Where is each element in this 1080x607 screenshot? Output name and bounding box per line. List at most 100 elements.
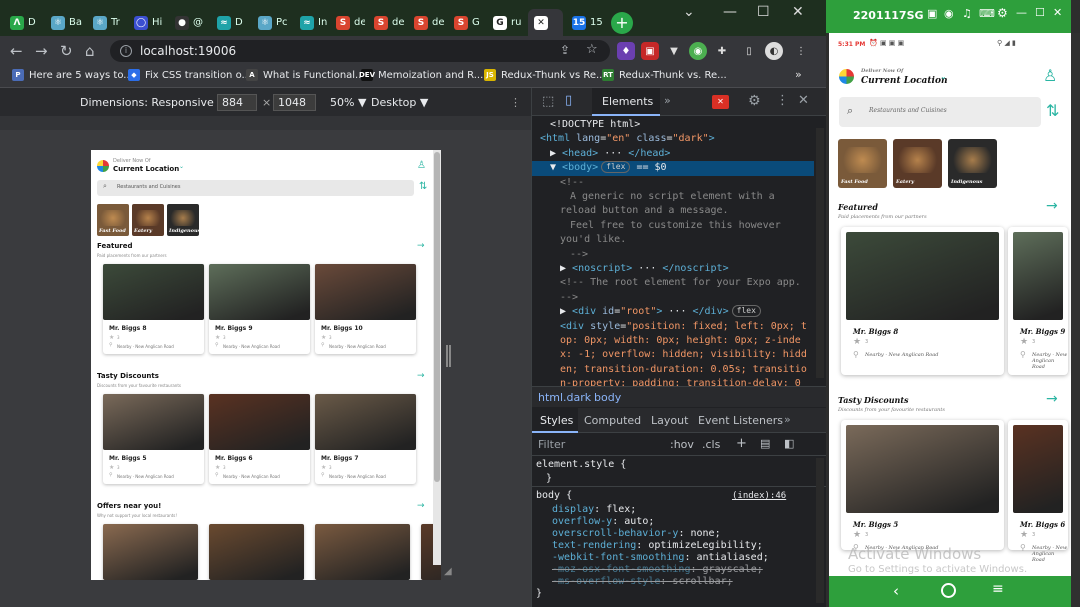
bookmark-item[interactable]: ◆ Fix CSS transition o... [128, 69, 251, 81]
more-tabs-icon[interactable]: » [664, 94, 671, 107]
bookmark-item[interactable]: JS Redux-Thunk vs Re... [484, 69, 606, 81]
bookmark-star-icon[interactable]: ☆ [586, 42, 598, 57]
dom-node-line[interactable]: <!-- [532, 176, 814, 190]
reload-icon[interactable]: ↻ [60, 42, 73, 60]
extension-icon[interactable]: ▼ [665, 42, 683, 60]
settings-gear-icon[interactable]: ⚙ [748, 93, 761, 109]
rendering-emulation-icon[interactable]: ▤ [760, 437, 770, 450]
restaurant-card[interactable]: Mr. Biggs 5 ★ 3 ⚲ Nearby · New Anglican Road [841, 420, 1004, 552]
forward-icon[interactable]: → [35, 42, 48, 60]
extensions-puzzle-icon[interactable]: ✚ [713, 42, 731, 60]
flex-badge[interactable]: flex [731, 305, 761, 318]
dom-node-line[interactable]: op: 0px; width: 0px; height: 0px; z-inde [532, 334, 814, 348]
device-mode-dropdown[interactable]: Desktop ▼ [371, 96, 428, 109]
restaurant-card[interactable]: Mr. Biggs 7 ★ 3 ⚲ Nearby · New Anglican Road [315, 394, 416, 484]
zoom-dropdown[interactable]: 50% ▼ [330, 96, 366, 109]
search-bar[interactable]: ⌕ Restaurants and Cuisines [839, 97, 1041, 127]
filter-icon[interactable]: ⇅ [1046, 101, 1059, 120]
dom-node-line[interactable]: <html lang="en" class="dark"> [532, 132, 814, 146]
category-tile[interactable]: Fast Food [838, 139, 887, 188]
chevron-down-icon[interactable]: ⌄ [940, 72, 947, 81]
toggle-sidebar-icon[interactable]: ◧ [784, 437, 794, 450]
close-icon[interactable]: ✕ [1053, 6, 1062, 19]
maximize-icon[interactable]: ☐ [757, 4, 770, 20]
android-back-icon[interactable]: ‹ [893, 582, 899, 600]
menu-kebab-icon[interactable]: ⋮ [792, 42, 810, 60]
browser-tab[interactable]: ● @ [169, 9, 207, 36]
dom-node-line[interactable]: <!-- The root element for your Expo app. [532, 276, 814, 290]
maximize-icon[interactable]: ☐ [1035, 6, 1045, 19]
tab-elements[interactable]: Elements [592, 88, 660, 116]
category-tile[interactable]: Indigenous [948, 139, 997, 188]
browser-tab[interactable]: Gru [487, 9, 525, 36]
dom-node-line[interactable]: en; transition-duration: 0.05s; transiti… [532, 363, 814, 377]
browser-tab[interactable]: 15 15 [566, 9, 606, 36]
record-icon[interactable]: ◉ [944, 7, 954, 20]
inspect-icon[interactable]: ⬚ [542, 94, 554, 109]
chevron-down-icon[interactable]: ⌄ [179, 163, 184, 170]
tab-computed[interactable]: Computed [584, 414, 641, 427]
bookmark-item[interactable]: DEV Memoization and R... [359, 69, 483, 81]
settings-gear-icon[interactable]: ⚙ [997, 6, 1008, 20]
minimize-icon[interactable]: — [723, 4, 737, 20]
restaurant-card[interactable]: Mr. Biggs 6 ★ 3 ⚲ Nearby · New Anglican Road [1008, 420, 1068, 563]
rule-source-link[interactable]: (index):46 [732, 489, 812, 503]
restaurant-card[interactable]: Mr. Biggs 6 ★ 3 ⚲ Nearby · New Anglican Road [209, 394, 310, 484]
extension-icon[interactable]: ◉ [689, 42, 707, 60]
device-toggle-icon[interactable]: ▯ [565, 93, 572, 108]
tab-layout[interactable]: Layout [651, 414, 688, 427]
category-tile[interactable]: Fast Food [97, 204, 129, 236]
restaurant-card[interactable]: Mr. Biggs 9 ★ 3 ⚲ Nearby · New Anglican Road [1008, 227, 1068, 375]
page-scrollbar-thumb[interactable] [434, 152, 440, 482]
see-all-arrow-icon[interactable]: → [417, 371, 425, 381]
user-profile-icon[interactable]: ♙ [1043, 66, 1057, 85]
hov-toggle[interactable]: :hov [670, 438, 694, 451]
devtools-menu-icon[interactable]: ⋮ [776, 93, 789, 108]
restaurant-card[interactable]: Mr. Biggs 9 ★ 3 ⚲ Nearby · New Anglican Road [209, 264, 310, 354]
dom-node-line[interactable]: x: -1; overflow: hidden; visibility: hid… [532, 348, 814, 362]
extension-icon[interactable]: ♦ [617, 42, 635, 60]
android-home-icon[interactable] [941, 583, 956, 598]
dimensions-dropdown[interactable]: Dimensions: Responsive ▼ [80, 96, 226, 109]
restaurant-card[interactable] [103, 524, 198, 580]
restaurant-card[interactable]: Mr. Biggs 8 ★ 3 ⚲ Nearby · New Anglican Road [841, 227, 1004, 375]
restaurant-card[interactable] [315, 524, 410, 580]
tab-styles[interactable]: Styles [532, 408, 578, 433]
browser-tab[interactable]: ⚛ Ba [45, 9, 83, 36]
breadcrumb-html[interactable]: html.dark [538, 391, 591, 404]
dom-node-line[interactable]: --> [532, 291, 814, 305]
headphones-icon[interactable]: ♫ [962, 7, 972, 20]
keyboard-icon[interactable]: ⌨ [979, 7, 995, 20]
browser-tab[interactable]: ⚛ Tr [87, 9, 125, 36]
breadcrumb-body[interactable]: body [594, 391, 621, 404]
back-icon[interactable]: ← [10, 42, 23, 60]
filter-input[interactable]: Filter [538, 438, 565, 451]
dom-node-line[interactable]: --> [532, 248, 814, 262]
address-bar[interactable]: i localhost:19006 ⇪ ☆ [110, 40, 610, 62]
browser-tab[interactable]: ◯ Hi [128, 9, 166, 36]
restaurant-card[interactable] [209, 524, 304, 580]
minimize-icon[interactable]: — [1016, 6, 1027, 19]
screenshot-icon[interactable]: ▣ [927, 7, 937, 20]
styles-scrollbar[interactable] [816, 458, 824, 603]
tab-search-icon[interactable]: ⌄ [683, 4, 695, 20]
see-all-arrow-icon[interactable]: → [1046, 391, 1058, 407]
dom-node-line[interactable]: <div style="position: fixed; left: 0px; … [532, 320, 814, 334]
cls-toggle[interactable]: .cls [702, 438, 720, 451]
category-tile[interactable]: Eatery [132, 204, 164, 236]
resize-corner-icon[interactable]: ◢ [444, 566, 452, 577]
close-devtools-icon[interactable]: ✕ [798, 93, 809, 108]
dom-node-line[interactable]: reload button and a message. [532, 204, 814, 218]
restaurant-card[interactable]: Mr. Biggs 5 ★ 3 ⚲ Nearby · New Anglican Road [103, 394, 204, 484]
site-info-icon[interactable]: i [120, 45, 132, 57]
browser-tab[interactable]: ⚛ Pc [252, 9, 290, 36]
dom-node-line[interactable]: ▶ <div id="root"> ··· </div> flex [532, 305, 814, 319]
sidepanel-icon[interactable]: ▯ [740, 42, 758, 60]
home-icon[interactable]: ⌂ [85, 42, 95, 60]
dom-node-line[interactable]: <!DOCTYPE html> [532, 118, 814, 132]
resize-handle-right[interactable] [446, 345, 451, 367]
extension-icon[interactable]: ▣ [641, 42, 659, 60]
bookmark-item[interactable]: RT Redux-Thunk vs. Re... [602, 69, 727, 81]
android-recents-icon[interactable]: ≡ [992, 581, 1004, 597]
bookmark-item[interactable]: P Here are 5 ways to... [12, 69, 133, 81]
